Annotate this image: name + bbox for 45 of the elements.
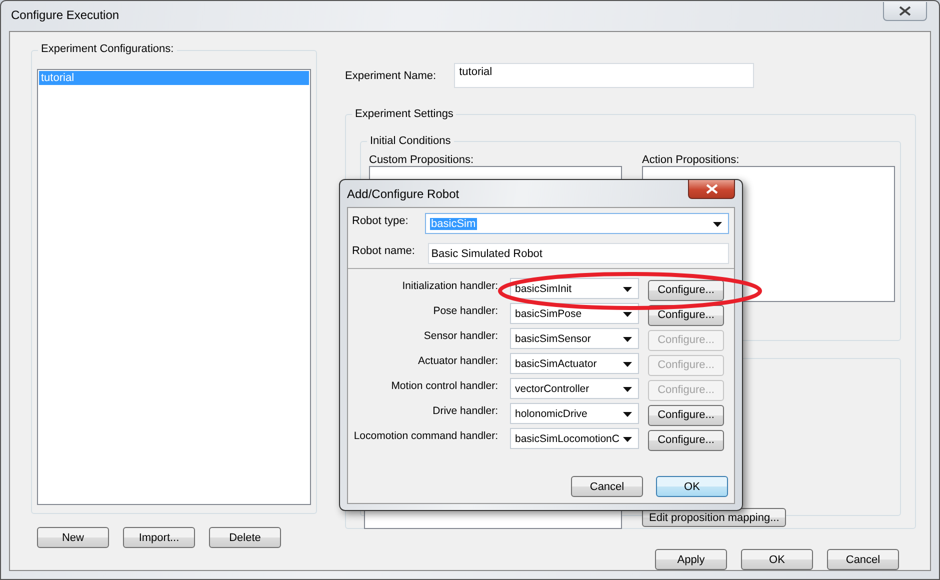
- configure-button[interactable]: Configure...: [648, 280, 724, 300]
- dropdown-arrow-icon: [623, 337, 632, 342]
- window-title: Configure Execution: [11, 8, 120, 22]
- handler-label: Locomotion command handler:: [352, 430, 499, 442]
- configure-button[interactable]: Configure...: [648, 430, 724, 450]
- field-label: Robot type:: [351, 214, 410, 227]
- handler-label: Drive handler:: [432, 404, 499, 416]
- action-button[interactable]: Cancel: [827, 549, 899, 570]
- dropdown-arrow-icon: [623, 362, 632, 367]
- dropdown-arrow-icon: [623, 312, 632, 317]
- handler-label: Pose handler:: [432, 304, 499, 316]
- dropdown-arrow-icon: [623, 287, 632, 292]
- handler-dropdown[interactable]: basicSimLocomotionC: [510, 428, 639, 449]
- handler-label: Sensor handler:: [422, 330, 499, 342]
- close-button[interactable]: [688, 180, 735, 199]
- action-button[interactable]: Apply: [655, 549, 727, 570]
- action-button[interactable]: Import...: [123, 527, 195, 548]
- dialog-button[interactable]: Cancel: [571, 476, 643, 497]
- list-label: Action Propositions:: [642, 154, 740, 166]
- handler-label: Initialization handler:: [401, 280, 499, 292]
- dialog-button[interactable]: OK: [656, 476, 728, 497]
- group-label: Experiment Configurations:: [38, 43, 177, 55]
- dropdown-arrow-icon: [713, 222, 722, 227]
- action-button[interactable]: OK: [741, 549, 813, 570]
- dropdown-arrow-icon: [623, 437, 632, 442]
- handler-label: Actuator handler:: [417, 354, 499, 366]
- name-field[interactable]: tutorial: [454, 63, 754, 88]
- handler-dropdown[interactable]: holonomicDrive: [510, 403, 639, 424]
- field-label: Robot name:: [351, 244, 416, 257]
- list-label: Custom Propositions:: [369, 154, 475, 166]
- dialog-title: Add/Configure Robot: [347, 186, 460, 200]
- handler-label: Motion control handler:: [390, 380, 499, 392]
- close-icon: [704, 184, 718, 194]
- group-label: Experiment Settings: [352, 108, 456, 120]
- handler-dropdown[interactable]: basicSimInit: [510, 278, 639, 299]
- robot-name-field[interactable]: Basic Simulated Robot: [428, 243, 729, 264]
- action-button[interactable]: Delete: [209, 527, 281, 548]
- close-icon: [898, 6, 912, 16]
- close-button[interactable]: [883, 2, 927, 20]
- dropdown-arrow-icon: [623, 387, 632, 392]
- configure-button[interactable]: Configure...: [648, 404, 724, 426]
- action-button[interactable]: New: [37, 527, 109, 548]
- dropdown-arrow-icon: [623, 412, 632, 417]
- group-label: Initial Conditions: [367, 135, 454, 147]
- field-label: Experiment Name:: [345, 70, 436, 82]
